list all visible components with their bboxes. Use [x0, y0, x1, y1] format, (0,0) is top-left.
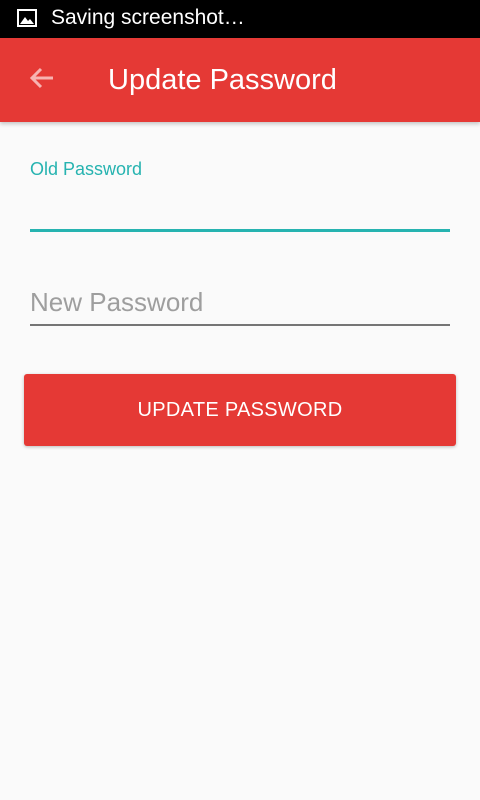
back-button[interactable]: [26, 64, 58, 96]
old-password-field: Old Password: [30, 155, 450, 235]
page-title: Update Password: [108, 64, 337, 96]
old-password-input[interactable]: [30, 191, 450, 227]
update-password-button[interactable]: UPDATE PASSWORD: [24, 374, 456, 446]
arrow-left-icon: [29, 67, 55, 94]
status-bar: Saving screenshot…: [0, 0, 480, 38]
old-password-label: Old Password: [30, 159, 143, 179]
app-toolbar: Update Password: [0, 38, 480, 122]
status-notification-text: Saving screenshot…: [51, 6, 245, 29]
new-password-input[interactable]: [30, 284, 450, 320]
new-password-underline: [30, 324, 450, 326]
old-password-underline: [30, 229, 450, 232]
new-password-field: [30, 280, 450, 330]
image-icon: [17, 9, 37, 27]
